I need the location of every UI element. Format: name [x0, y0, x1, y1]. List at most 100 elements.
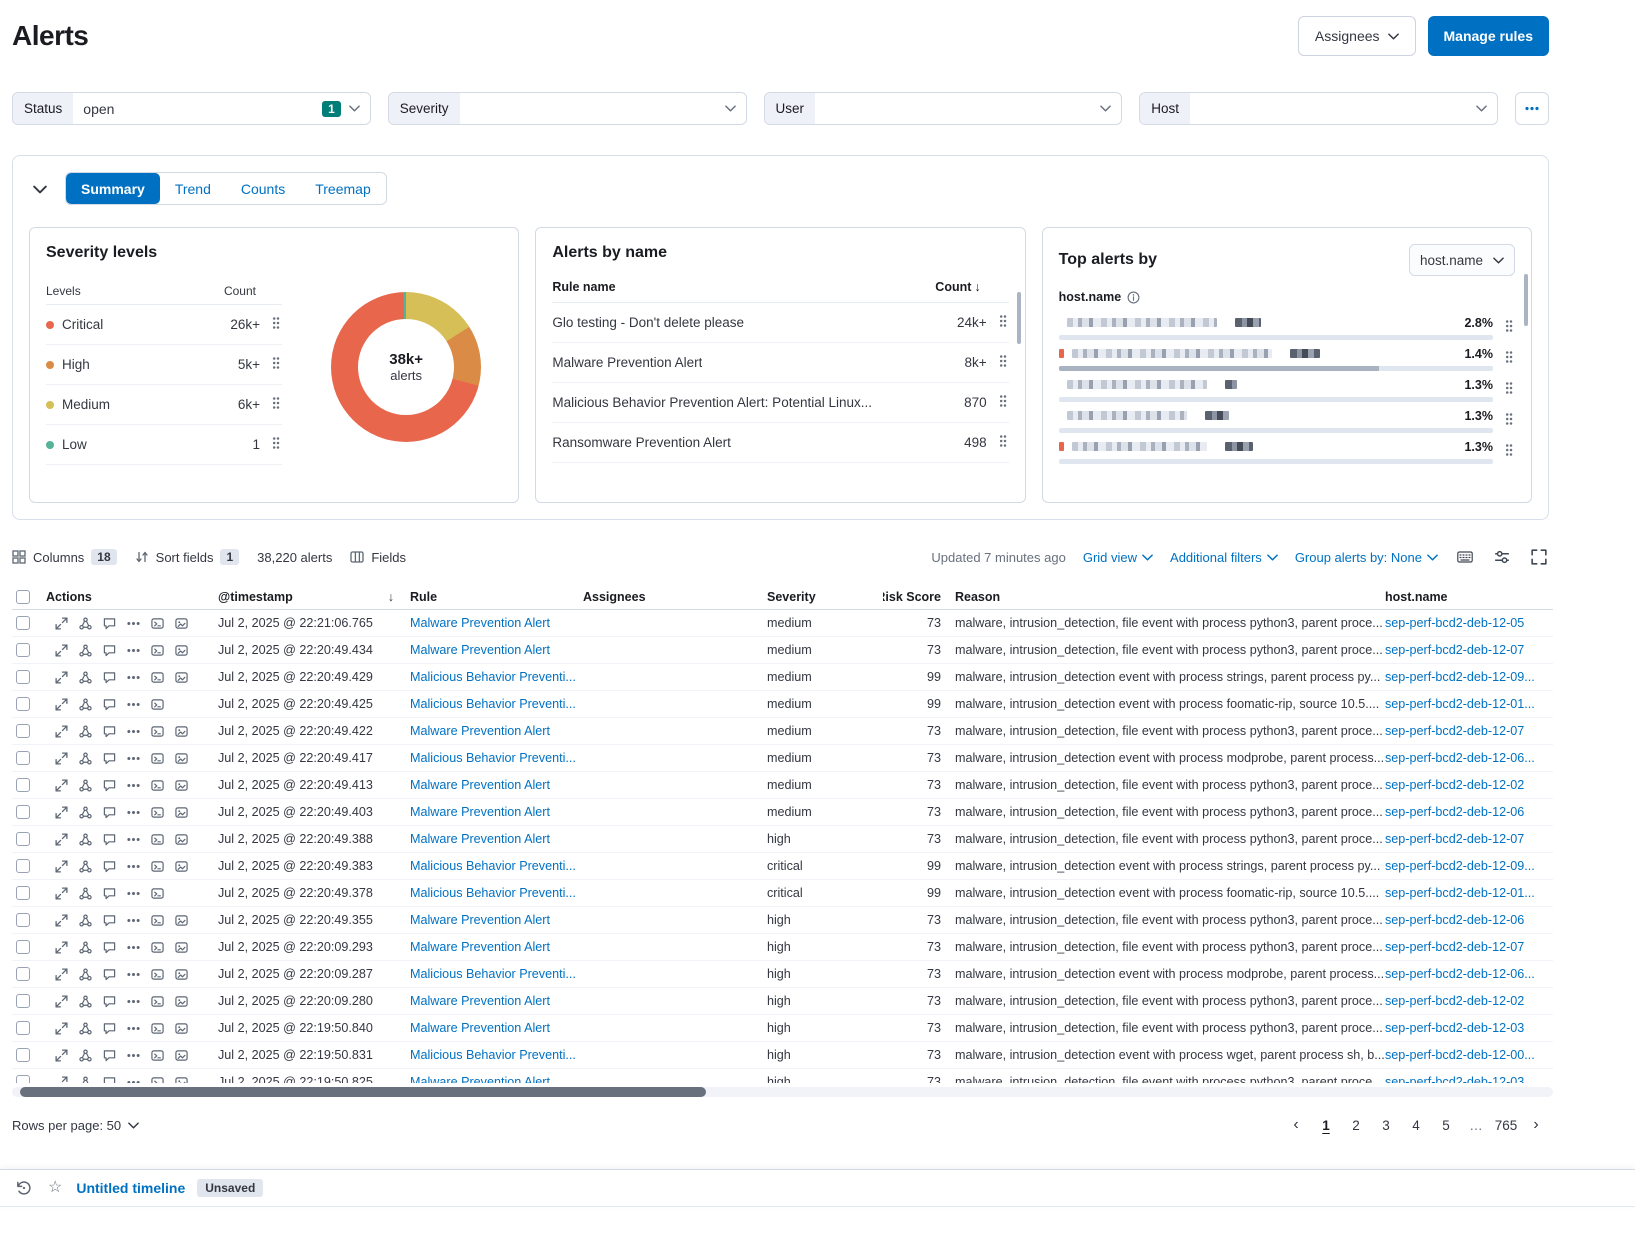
page-button[interactable]: 2 — [1343, 1112, 1369, 1138]
sort-fields-button[interactable]: Sort fields 1 — [135, 549, 240, 565]
expand-alert-icon[interactable] — [54, 697, 69, 712]
analyze-event-icon[interactable] — [78, 859, 93, 874]
comment-icon[interactable] — [102, 643, 117, 658]
expand-alert-icon[interactable] — [54, 1075, 69, 1084]
alert-host-link[interactable]: sep-perf-bcd2-deb-12-02 — [1385, 778, 1524, 792]
assignees-button[interactable]: Assignees — [1298, 16, 1416, 56]
expand-alert-icon[interactable] — [54, 751, 69, 766]
alert-rule-link[interactable]: Malware Prevention Alert — [410, 832, 550, 846]
session-view-icon[interactable] — [150, 751, 165, 766]
more-actions-icon[interactable] — [997, 312, 1009, 333]
page-button[interactable]: 1 — [1313, 1112, 1339, 1138]
top-alerts-field-select[interactable]: host.name — [1409, 244, 1515, 276]
more-actions-icon[interactable] — [1503, 441, 1515, 462]
page-button[interactable]: … — [1463, 1112, 1489, 1138]
expand-alert-icon[interactable] — [54, 832, 69, 847]
more-actions-icon[interactable] — [1503, 410, 1515, 431]
horizontal-scrollbar-thumb[interactable] — [20, 1087, 706, 1097]
keyboard-shortcuts-icon[interactable] — [1455, 547, 1475, 567]
analyzer-graph-icon[interactable] — [174, 832, 189, 847]
analyze-event-icon[interactable] — [78, 940, 93, 955]
page-button[interactable]: 4 — [1403, 1112, 1429, 1138]
alert-host-link[interactable]: sep-perf-bcd2-deb-12-01... — [1385, 697, 1535, 711]
comment-icon[interactable] — [102, 1075, 117, 1084]
row-checkbox[interactable] — [16, 697, 30, 711]
session-view-icon[interactable] — [150, 1075, 165, 1084]
more-actions-icon[interactable] — [126, 1079, 141, 1084]
analyzer-graph-icon[interactable] — [174, 724, 189, 739]
alert-host-link[interactable]: sep-perf-bcd2-deb-12-02 — [1385, 994, 1524, 1008]
more-actions-icon[interactable] — [126, 674, 141, 681]
more-actions-icon[interactable] — [997, 352, 1009, 373]
expand-alert-icon[interactable] — [54, 724, 69, 739]
page-button[interactable]: › — [1523, 1112, 1549, 1138]
session-view-icon[interactable] — [150, 886, 165, 901]
comment-icon[interactable] — [102, 832, 117, 847]
alert-rule-link[interactable]: Malware Prevention Alert — [410, 724, 550, 738]
grid-view-button[interactable]: Grid view — [1083, 550, 1153, 565]
chart-view-tab[interactable]: Counts — [226, 173, 300, 204]
alert-host-link[interactable]: sep-perf-bcd2-deb-12-06... — [1385, 967, 1535, 981]
more-actions-icon[interactable] — [997, 392, 1009, 413]
more-actions-icon[interactable] — [126, 836, 141, 843]
analyze-event-icon[interactable] — [78, 1021, 93, 1036]
more-actions-icon[interactable] — [126, 890, 141, 897]
page-button[interactable]: 5 — [1433, 1112, 1459, 1138]
analyze-event-icon[interactable] — [78, 778, 93, 793]
info-icon[interactable] — [1127, 291, 1140, 304]
col-header-severity[interactable]: Severity — [767, 590, 883, 604]
analyze-event-icon[interactable] — [78, 751, 93, 766]
analyze-event-icon[interactable] — [78, 697, 93, 712]
comment-icon[interactable] — [102, 805, 117, 820]
more-actions-icon[interactable] — [1503, 348, 1515, 369]
sort-desc-icon[interactable]: ↓ — [974, 280, 980, 294]
more-actions-icon[interactable] — [126, 647, 141, 654]
analyzer-graph-icon[interactable] — [174, 913, 189, 928]
scrollbar-thumb[interactable] — [1524, 274, 1528, 326]
session-view-icon[interactable] — [150, 940, 165, 955]
alert-rule-link[interactable]: Malicious Behavior Preventi... — [410, 1048, 576, 1062]
analyzer-graph-icon[interactable] — [174, 751, 189, 766]
group-alerts-button[interactable]: Group alerts by: None — [1295, 550, 1438, 565]
more-actions-icon[interactable] — [126, 863, 141, 870]
alert-rule-link[interactable]: Malicious Behavior Preventi... — [410, 697, 576, 711]
analyze-event-icon[interactable] — [78, 913, 93, 928]
alert-host-link[interactable]: sep-perf-bcd2-deb-12-06... — [1385, 751, 1535, 765]
more-actions-icon[interactable] — [126, 620, 141, 627]
row-checkbox[interactable] — [16, 994, 30, 1008]
analyze-event-icon[interactable] — [78, 805, 93, 820]
analyze-event-icon[interactable] — [78, 1048, 93, 1063]
alert-rule-link[interactable]: Malware Prevention Alert — [410, 913, 550, 927]
session-view-icon[interactable] — [150, 994, 165, 1009]
analyzer-graph-icon[interactable] — [174, 1075, 189, 1084]
session-view-icon[interactable] — [150, 832, 165, 847]
alert-host-link[interactable]: sep-perf-bcd2-deb-12-09... — [1385, 670, 1535, 684]
analyzer-graph-icon[interactable] — [174, 778, 189, 793]
manage-rules-button[interactable]: Manage rules — [1428, 16, 1549, 56]
expand-alert-icon[interactable] — [54, 886, 69, 901]
analyze-event-icon[interactable] — [78, 670, 93, 685]
more-filters-icon[interactable] — [1515, 92, 1549, 125]
fullscreen-icon[interactable] — [1529, 547, 1549, 567]
comment-icon[interactable] — [102, 697, 117, 712]
session-view-icon[interactable] — [150, 967, 165, 982]
session-view-icon[interactable] — [150, 697, 165, 712]
horizontal-scrollbar[interactable] — [12, 1087, 1553, 1097]
expand-alert-icon[interactable] — [54, 670, 69, 685]
alert-rule-link[interactable]: Malware Prevention Alert — [410, 616, 550, 630]
analyzer-graph-icon[interactable] — [174, 805, 189, 820]
alert-rule-link[interactable]: Malware Prevention Alert — [410, 940, 550, 954]
comment-icon[interactable] — [102, 886, 117, 901]
expand-alert-icon[interactable] — [54, 913, 69, 928]
more-actions-icon[interactable] — [126, 1052, 141, 1059]
row-checkbox[interactable] — [16, 778, 30, 792]
analyzer-graph-icon[interactable] — [174, 643, 189, 658]
analyze-event-icon[interactable] — [78, 967, 93, 982]
session-view-icon[interactable] — [150, 616, 165, 631]
expand-alert-icon[interactable] — [54, 805, 69, 820]
alert-host-link[interactable]: sep-perf-bcd2-deb-12-07 — [1385, 940, 1524, 954]
chart-view-tab[interactable]: Treemap — [300, 173, 386, 204]
more-actions-icon[interactable] — [126, 701, 141, 708]
alert-rule-link[interactable]: Malicious Behavior Preventi... — [410, 886, 576, 900]
columns-button[interactable]: Columns 18 — [12, 549, 117, 565]
